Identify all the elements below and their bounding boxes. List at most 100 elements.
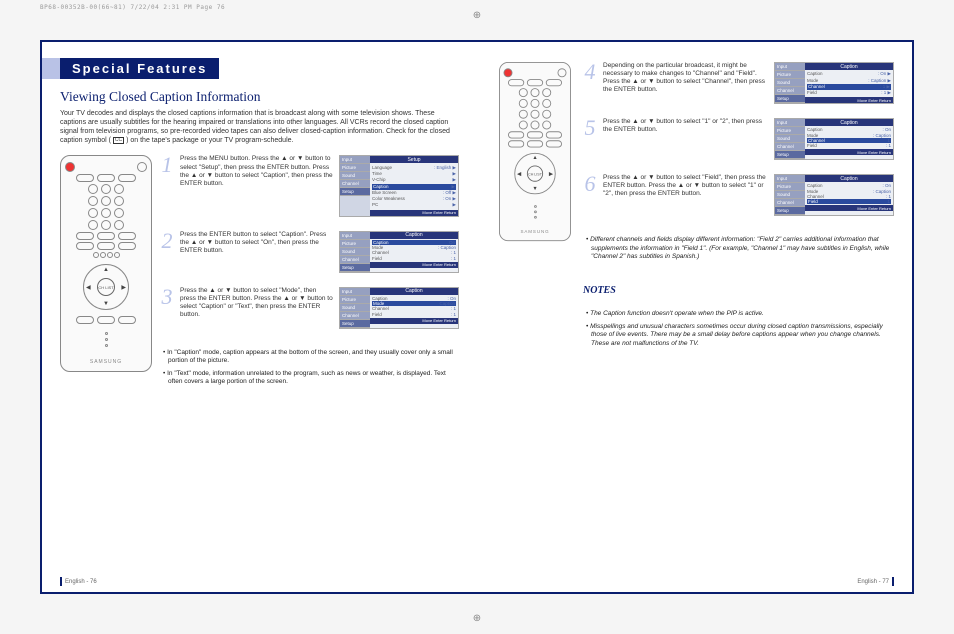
remote-button	[519, 88, 528, 97]
osd-title: Caption	[805, 119, 893, 126]
step-text: Press the ▲ or ▼ button to select "1" or…	[603, 118, 768, 134]
remote-button	[97, 316, 115, 324]
osd-footer: Move Enter Return	[805, 97, 893, 103]
page-right: ▲ ▼ ◀ ▶ CH LIST SAMSUNG 4 Depending on t…	[477, 42, 912, 592]
footer-tick-icon	[60, 577, 62, 586]
osd-tab: Channel	[340, 312, 370, 320]
step-row: 6 Press the ▲ or ▼ button to select "Fie…	[583, 174, 894, 220]
osd-title: Caption	[805, 175, 893, 182]
left-notes-list: In "Caption" mode, caption appears at th…	[160, 349, 459, 391]
osd-tab: Setup	[340, 320, 370, 328]
cc-symbol-icon: CC	[113, 137, 124, 144]
page-subtitle: Viewing Closed Caption Information	[60, 89, 459, 105]
page-spread: Special Features Viewing Closed Caption …	[40, 40, 914, 594]
step-number: 6	[583, 174, 597, 194]
right-italic-note-list: Different channels and fields display di…	[583, 236, 894, 265]
print-header: BP68-00352B-00(66~81) 7/22/04 2:31 PM Pa…	[40, 4, 225, 11]
footer-tick-icon	[892, 577, 894, 586]
osd-tab: Sound	[340, 304, 370, 312]
osd-tab: Channel	[775, 199, 805, 207]
osd-tab: Input	[775, 119, 805, 127]
osd-footer: Move Enter Return	[805, 149, 893, 155]
osd-tab: Setup	[340, 188, 370, 196]
osd-tab: Input	[775, 175, 805, 183]
intro-paragraph: Your TV decodes and displays the closed …	[60, 109, 459, 145]
osd-title: Setup	[370, 156, 458, 163]
remote-button	[508, 79, 524, 86]
remote-control-illustration: ▲ ▼ ◀ ▶ CH LIST SAMSUNG	[60, 155, 152, 372]
osd-title: Caption	[370, 232, 458, 239]
osd-row: Field: 1 ▶	[807, 90, 891, 96]
osd-thumb: InputPictureSoundChannelSetupSetupLangua…	[339, 155, 459, 220]
osd-thumb: InputPictureSoundChannelSetupCaptionCapt…	[339, 287, 459, 333]
osd-row: Field: 1	[372, 255, 456, 260]
osd-tab: Picture	[775, 183, 805, 191]
step-text: Press the ▲ or ▼ button to select "Field…	[603, 174, 768, 198]
remote-button	[531, 110, 540, 119]
left-arrow-icon: ◀	[517, 170, 521, 176]
remote-button	[76, 174, 94, 182]
note-item: Misspellings and unusual characters some…	[591, 323, 894, 348]
osd-footer: Move Enter Return	[805, 205, 893, 211]
page-left: Special Features Viewing Closed Caption …	[42, 42, 477, 592]
remote-button	[542, 110, 551, 119]
step-text: Depending on the particular broadcast, i…	[603, 62, 768, 95]
osd-footer: Move Enter Return	[370, 210, 458, 216]
remote-button	[107, 252, 113, 258]
right-arrow-icon: ▶	[549, 170, 553, 176]
osd-tab: Sound	[340, 248, 370, 256]
remote-button	[519, 110, 528, 119]
remote-button	[508, 131, 524, 138]
step-row: 2 Press the ENTER button to select "Capt…	[160, 231, 459, 277]
osd-tab: Sound	[775, 79, 805, 87]
down-arrow-icon: ▼	[532, 186, 537, 191]
footer-page-label: English - 77	[857, 579, 889, 585]
remote-button	[508, 140, 524, 147]
osd-tab: Picture	[340, 240, 370, 248]
osd-row: PC ▶	[372, 202, 456, 208]
osd-tab: Picture	[340, 296, 370, 304]
remote-button	[114, 184, 124, 194]
step-text: Press the ENTER button to select "Captio…	[180, 231, 333, 255]
osd-tab: Channel	[340, 180, 370, 188]
remote-button	[546, 79, 562, 86]
left-arrow-icon: ◀	[86, 284, 91, 291]
step-number: 3	[160, 287, 174, 307]
remote-button	[114, 196, 124, 206]
remote-button	[531, 99, 540, 108]
remote-keypad	[88, 184, 124, 230]
osd-thumb: InputPictureSoundChannelSetupCaptionCapt…	[339, 231, 459, 277]
section-header: Special Features	[42, 58, 219, 79]
remote-column: ▲ ▼ ◀ ▶ CH LIST SAMSUNG	[60, 155, 152, 390]
osd-tab: Input	[340, 232, 370, 240]
remote-button	[118, 232, 136, 240]
osd-tab: Setup	[775, 95, 805, 103]
osd-tab: Channel	[775, 143, 805, 151]
osd-tab: Picture	[775, 71, 805, 79]
osd-row: Field1	[807, 199, 891, 204]
right-columns: ▲ ▼ ◀ ▶ CH LIST SAMSUNG 4 Depending on t…	[495, 62, 894, 352]
remote-control-illustration: ▲ ▼ ◀ ▶ CH LIST SAMSUNG	[499, 62, 571, 241]
remote-button	[88, 208, 98, 218]
remote-brand-label: SAMSUNG	[90, 359, 122, 365]
osd-tab: Setup	[775, 151, 805, 159]
remote-button	[101, 196, 111, 206]
osd-row: Field: 1	[807, 143, 891, 148]
remote-button	[88, 196, 98, 206]
steps-column-right: 4 Depending on the particular broadcast,…	[583, 62, 894, 352]
remote-dots	[102, 332, 110, 347]
remote-button	[88, 184, 98, 194]
osd-tab: Setup	[340, 264, 370, 272]
remote-dots	[531, 205, 538, 219]
step-number: 2	[160, 231, 174, 251]
note-item: The Caption function doesn't operate whe…	[591, 310, 894, 318]
osd-tab: Input	[340, 156, 370, 164]
remote-dpad: ▲ ▼ ◀ ▶ CH LIST	[514, 153, 555, 194]
step-number: 5	[583, 118, 597, 138]
right-arrow-icon: ▶	[121, 284, 126, 291]
step-text: Press the ▲ or ▼ button to select "Mode"…	[180, 287, 333, 320]
remote-button	[88, 220, 98, 230]
remote-button	[542, 88, 551, 97]
osd-title: Caption	[370, 288, 458, 295]
remote-button	[118, 174, 136, 182]
